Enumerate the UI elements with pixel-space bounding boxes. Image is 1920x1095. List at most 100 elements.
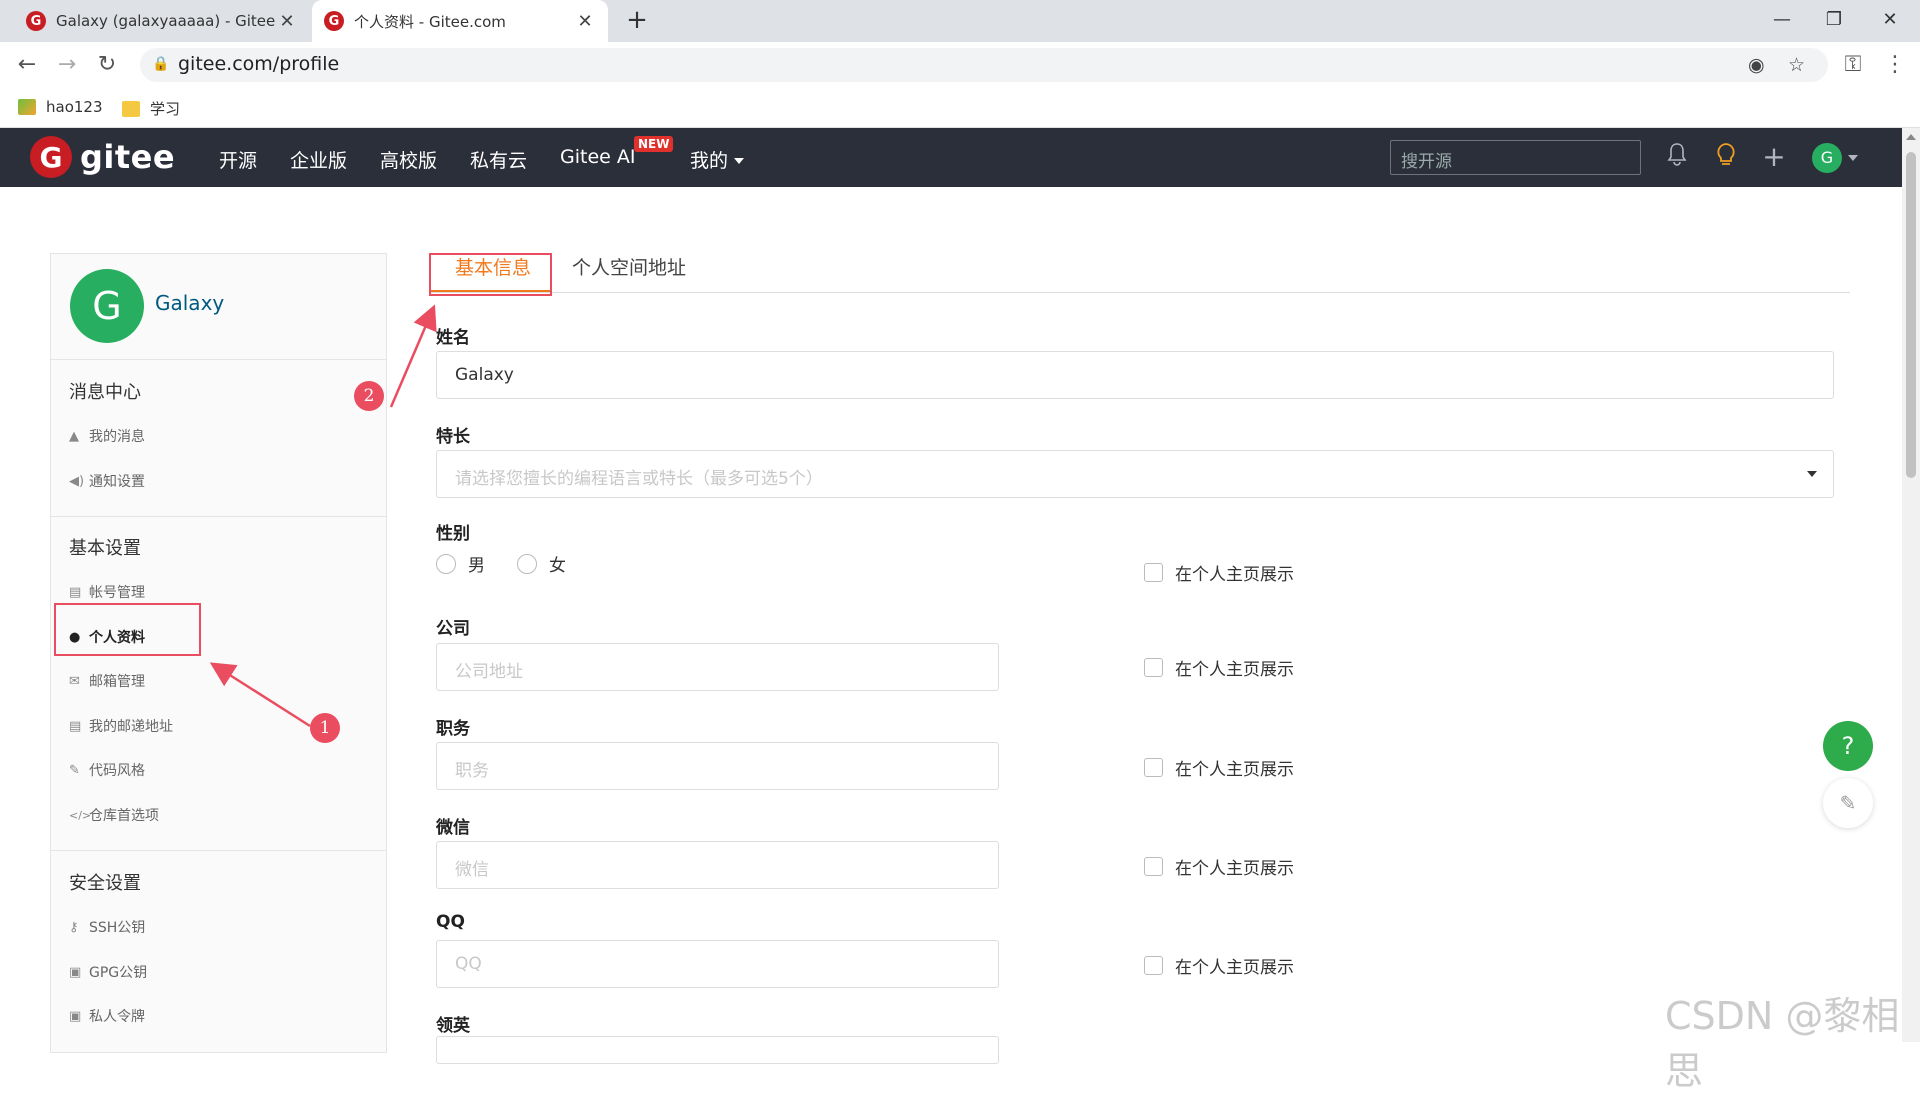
show-qq-checkbox-row[interactable]: 在个人主页展示 <box>1144 953 1294 978</box>
sidebar-item-label: 邮箱管理 <box>89 674 145 690</box>
show-wechat-checkbox[interactable] <box>1144 857 1163 876</box>
gitee-logo-text: gitee <box>80 138 176 176</box>
skills-select[interactable]: 请选择您擅长的编程语言或特长（最多可选5个） <box>436 450 1834 498</box>
page-scrollbar[interactable] <box>1902 128 1920 1042</box>
wechat-field[interactable]: 微信 <box>436 841 999 889</box>
back-icon[interactable]: ← <box>12 50 42 80</box>
user-name-link[interactable]: Galaxy <box>155 291 224 315</box>
sidebar-item-private-tokens[interactable]: ▣ 私人令牌 <box>69 1006 145 1026</box>
gender-female-label: 女 <box>549 556 566 576</box>
nav-mine[interactable]: 我的 <box>690 146 745 173</box>
qq-field[interactable]: QQ <box>436 940 999 988</box>
field-label-skills: 特长 <box>436 427 470 447</box>
sidebar-item-label: SSH公钥 <box>89 920 146 936</box>
folder-icon <box>122 100 140 117</box>
sidebar-item-repo-preferences[interactable]: </> 仓库首选项 <box>69 805 159 825</box>
scroll-up-icon[interactable] <box>1906 134 1916 140</box>
nav-mine-label: 我的 <box>690 150 729 172</box>
bookmark-hao123[interactable]: hao123 <box>18 98 103 116</box>
brush-icon: ✎ <box>69 762 80 778</box>
checkbox-label: 在个人主页展示 <box>1175 958 1294 978</box>
sidebar-item-my-messages[interactable]: ▲ 我的消息 <box>69 426 145 446</box>
minimize-button[interactable]: — <box>1754 0 1810 42</box>
id-card-icon: ▤ <box>69 584 82 600</box>
browser-tab-1[interactable]: G Galaxy (galaxyaaaaa) - Gitee.co ✕ <box>14 0 310 42</box>
field-label-position: 职务 <box>436 719 470 739</box>
gender-female-radio[interactable] <box>517 553 537 574</box>
url-input[interactable]: 🔒 gitee.com/profile ◉ ☆ <box>140 48 1828 82</box>
sidebar-item-label: 通知设置 <box>89 474 145 490</box>
company-field[interactable]: 公司地址 <box>436 643 999 691</box>
annotation-number-1: 1 <box>310 713 340 743</box>
profile-tabs: 基本信息 个人空间地址 <box>430 245 1850 293</box>
field-label-gender: 性别 <box>436 524 470 544</box>
show-position-checkbox[interactable] <box>1144 758 1163 777</box>
show-gender-checkbox[interactable] <box>1144 563 1163 582</box>
envelope-icon: ✉ <box>69 673 80 689</box>
annotation-number-2: 2 <box>354 381 384 411</box>
help-button[interactable]: ? <box>1823 721 1873 771</box>
gitee-logo[interactable]: G gitee <box>30 136 175 178</box>
show-qq-checkbox[interactable] <box>1144 956 1163 975</box>
nav-gitee-ai[interactable]: Gitee AI <box>560 146 635 168</box>
nav-enterprise[interactable]: 企业版 <box>290 146 347 173</box>
linkedin-field[interactable] <box>436 1036 999 1064</box>
gitee-favicon-icon: G <box>26 11 46 31</box>
chevron-down-icon <box>1807 471 1817 477</box>
sidebar-item-gpg-keys[interactable]: ▣ GPG公钥 <box>69 962 147 982</box>
menu-icon[interactable]: ⋮ <box>1880 50 1910 80</box>
new-badge: NEW <box>634 136 674 152</box>
key-icon[interactable]: ⚿ <box>1838 50 1868 80</box>
search-input[interactable]: 搜开源 <box>1390 140 1641 175</box>
sidebar-item-ssh-keys[interactable]: ⚷ SSH公钥 <box>69 917 145 937</box>
sidebar-item-email[interactable]: ✉ 邮箱管理 <box>69 671 145 691</box>
code-icon: </> <box>69 808 92 822</box>
sidebar-item-account[interactable]: ▤ 帐号管理 <box>69 582 145 602</box>
show-company-checkbox[interactable] <box>1144 658 1163 677</box>
bell-icon[interactable] <box>1662 142 1692 172</box>
gender-male-radio[interactable] <box>436 553 456 574</box>
section-basic-settings: 基本设置 <box>69 538 141 559</box>
gender-male-label: 男 <box>468 556 485 576</box>
avatar[interactable]: G <box>70 269 144 343</box>
new-tab-button[interactable]: + <box>622 6 652 36</box>
bulb-icon[interactable] <box>1711 142 1741 172</box>
show-gender-checkbox-row[interactable]: 在个人主页展示 <box>1144 560 1294 585</box>
reload-icon[interactable]: ↻ <box>92 50 122 80</box>
position-field[interactable]: 职务 <box>436 742 999 790</box>
divider <box>51 850 386 851</box>
address-card-icon: ▤ <box>69 718 82 734</box>
annotation-box-basic-info <box>429 253 552 296</box>
show-wechat-checkbox-row[interactable]: 在个人主页展示 <box>1144 854 1294 879</box>
checkbox-label: 在个人主页展示 <box>1175 565 1294 585</box>
browser-tab-2[interactable]: G 个人资料 - Gitee.com ✕ <box>312 0 608 42</box>
sidebar-item-notification-settings[interactable]: ◀) 通知设置 <box>69 471 145 491</box>
nav-open-source[interactable]: 开源 <box>219 146 257 173</box>
close-icon[interactable]: ✕ <box>574 11 596 32</box>
name-field[interactable]: Galaxy <box>436 351 1834 399</box>
nav-private-cloud[interactable]: 私有云 <box>470 146 527 173</box>
show-position-checkbox-row[interactable]: 在个人主页展示 <box>1144 755 1294 780</box>
tab-personal-space-url[interactable]: 个人空间地址 <box>572 253 686 280</box>
nav-education[interactable]: 高校版 <box>380 146 437 173</box>
show-company-checkbox-row[interactable]: 在个人主页展示 <box>1144 655 1294 680</box>
lock-icon: ▣ <box>69 964 82 980</box>
close-window-button[interactable]: ✕ <box>1862 0 1918 42</box>
avatar[interactable]: G <box>1812 143 1842 173</box>
sidebar-item-address[interactable]: ▤ 我的邮递地址 <box>69 716 173 736</box>
gender-radio-group: 男 女 <box>436 551 598 576</box>
feedback-icon[interactable]: ✎ <box>1823 778 1873 828</box>
token-icon: ▣ <box>69 1008 82 1024</box>
plus-icon[interactable]: + <box>1759 142 1789 172</box>
maximize-button[interactable]: ❐ <box>1806 0 1862 42</box>
star-icon[interactable]: ☆ <box>1788 54 1805 76</box>
bell-icon: ▲ <box>69 428 79 444</box>
gitee-header: G gitee 开源 企业版 高校版 私有云 Gitee AI NEW 我的 搜… <box>0 128 1902 187</box>
eye-off-icon[interactable]: ◉ <box>1748 54 1765 76</box>
close-icon[interactable]: ✕ <box>276 11 298 32</box>
sidebar-item-code-style[interactable]: ✎ 代码风格 <box>69 760 145 780</box>
forward-icon[interactable]: → <box>52 50 82 80</box>
bookmark-folder[interactable]: 学习 <box>122 98 180 119</box>
chevron-down-icon[interactable] <box>1848 155 1858 161</box>
scrollbar-thumb[interactable] <box>1906 152 1916 478</box>
